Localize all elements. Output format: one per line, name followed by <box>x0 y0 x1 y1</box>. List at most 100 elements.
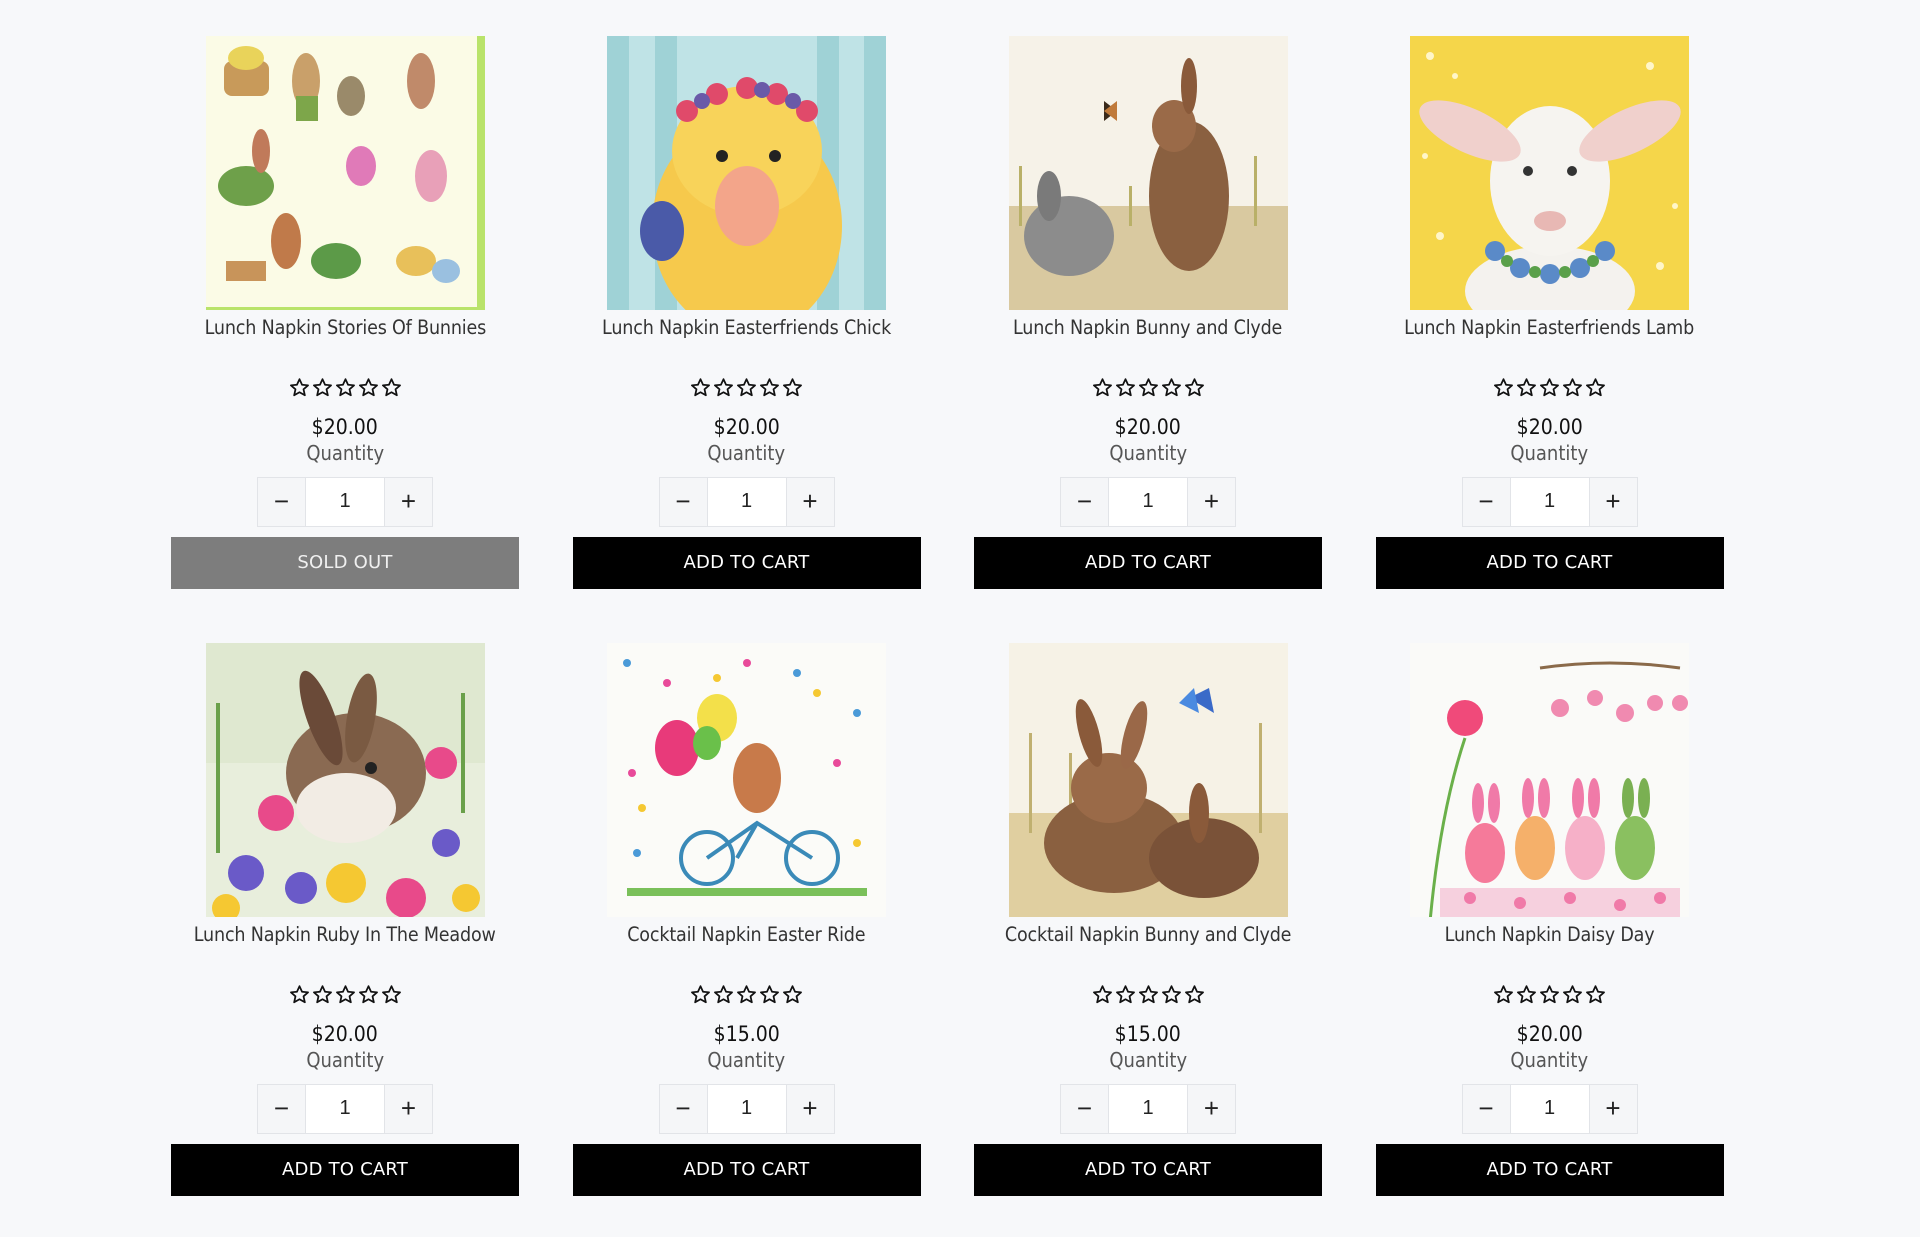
star-outline-icon <box>1115 377 1136 398</box>
star-outline-icon <box>759 984 780 1005</box>
plus-icon[interactable]: + <box>384 477 432 526</box>
star-outline-icon <box>381 984 402 1005</box>
star-outline-icon <box>1562 377 1583 398</box>
product-card: Lunch Napkin Ruby In The Meadow $20.00 Q… <box>171 643 519 1196</box>
quantity-label: Quantity <box>1109 440 1187 465</box>
sold-out-button[interactable]: SOLD OUT <box>171 536 519 589</box>
star-outline-icon <box>1585 377 1606 398</box>
product-card: Lunch Napkin Easterfriends Lamb $20.00 Q… <box>1375 36 1724 589</box>
plus-icon[interactable]: + <box>785 1084 834 1133</box>
minus-icon[interactable]: − <box>258 477 306 526</box>
add-to-cart-button[interactable]: ADD TO CART <box>572 536 921 589</box>
minus-icon[interactable]: − <box>1061 1084 1109 1133</box>
product-price: $20.00 <box>1114 414 1182 439</box>
product-image[interactable] <box>1410 36 1689 311</box>
product-price: $15.00 <box>1114 1021 1182 1046</box>
rating-stars <box>289 982 402 1008</box>
star-outline-icon <box>1161 984 1182 1005</box>
rating-stars <box>1493 982 1606 1008</box>
quantity-input[interactable] <box>1510 477 1589 526</box>
product-image[interactable] <box>607 643 886 918</box>
quantity-input[interactable] <box>707 477 786 526</box>
add-to-cart-button[interactable]: ADD TO CART <box>974 536 1322 589</box>
product-card: Lunch Napkin Bunny and Clyde $20.00 Quan… <box>974 36 1322 589</box>
minus-icon[interactable]: − <box>1462 1084 1511 1133</box>
quantity-stepper: − + <box>257 476 433 527</box>
rating-stars <box>1493 375 1606 401</box>
add-to-cart-button[interactable]: ADD TO CART <box>1375 536 1724 589</box>
quantity-input[interactable] <box>1109 477 1187 526</box>
product-image[interactable] <box>205 36 485 311</box>
product-price: $20.00 <box>1516 414 1583 439</box>
product-title[interactable]: Lunch Napkin Stories Of Bunnies <box>204 316 486 375</box>
add-to-cart-button[interactable]: ADD TO CART <box>171 1143 519 1196</box>
plus-icon[interactable]: + <box>1187 477 1235 526</box>
star-outline-icon <box>1161 377 1182 398</box>
product-title[interactable]: Lunch Napkin Ruby In The Meadow <box>194 923 496 982</box>
quantity-input[interactable] <box>306 1084 384 1133</box>
star-outline-icon <box>713 984 734 1005</box>
add-to-cart-button[interactable]: ADD TO CART <box>572 1143 921 1196</box>
star-outline-icon <box>289 984 310 1005</box>
product-price: $20.00 <box>1516 1021 1583 1046</box>
plus-icon[interactable]: + <box>1588 477 1637 526</box>
minus-icon[interactable]: − <box>659 1084 708 1133</box>
star-outline-icon <box>1138 984 1159 1005</box>
quantity-stepper: − + <box>1461 476 1638 527</box>
minus-icon[interactable]: − <box>258 1084 306 1133</box>
quantity-input[interactable] <box>1510 1084 1589 1133</box>
quantity-label: Quantity <box>306 440 384 465</box>
star-outline-icon <box>1516 984 1537 1005</box>
minus-icon[interactable]: − <box>1061 477 1109 526</box>
rating-stars <box>690 982 803 1008</box>
star-outline-icon <box>358 377 379 398</box>
star-outline-icon <box>1585 984 1606 1005</box>
star-outline-icon <box>736 377 757 398</box>
rating-stars <box>1092 982 1205 1008</box>
star-outline-icon <box>335 984 356 1005</box>
product-card: Lunch Napkin Daisy Day $20.00 Quantity −… <box>1375 643 1724 1196</box>
rating-stars <box>1092 375 1205 401</box>
product-image[interactable] <box>1008 643 1288 918</box>
product-title[interactable]: Lunch Napkin Easterfriends Chick <box>602 316 891 375</box>
add-to-cart-button[interactable]: ADD TO CART <box>1375 1143 1724 1196</box>
add-to-cart-button[interactable]: ADD TO CART <box>974 1143 1322 1196</box>
product-image[interactable] <box>1008 36 1288 311</box>
star-outline-icon <box>381 377 402 398</box>
product-title[interactable]: Cocktail Napkin Bunny and Clyde <box>1005 923 1292 982</box>
star-outline-icon <box>1184 984 1205 1005</box>
plus-icon[interactable]: + <box>384 1084 432 1133</box>
star-outline-icon <box>1493 984 1514 1005</box>
product-image[interactable] <box>1410 643 1689 918</box>
star-outline-icon <box>690 984 711 1005</box>
minus-icon[interactable]: − <box>659 477 708 526</box>
quantity-stepper: − + <box>658 1083 835 1134</box>
quantity-input[interactable] <box>306 477 384 526</box>
product-title[interactable]: Lunch Napkin Daisy Day <box>1445 923 1655 982</box>
quantity-input[interactable] <box>1109 1084 1187 1133</box>
quantity-stepper: − + <box>1060 1083 1236 1134</box>
product-image[interactable] <box>607 36 886 311</box>
star-outline-icon <box>736 984 757 1005</box>
quantity-label: Quantity <box>707 440 786 465</box>
product-price: $20.00 <box>311 1021 379 1046</box>
product-image[interactable] <box>205 643 485 918</box>
star-outline-icon <box>1562 984 1583 1005</box>
product-title[interactable]: Cocktail Napkin Easter Ride <box>627 923 865 982</box>
plus-icon[interactable]: + <box>785 477 834 526</box>
product-price: $15.00 <box>713 1021 780 1046</box>
product-title[interactable]: Lunch Napkin Easterfriends Lamb <box>1405 316 1695 375</box>
quantity-stepper: − + <box>1461 1083 1638 1134</box>
star-outline-icon <box>1493 377 1514 398</box>
minus-icon[interactable]: − <box>1462 477 1511 526</box>
product-title[interactable]: Lunch Napkin Bunny and Clyde <box>1013 316 1282 375</box>
quantity-label: Quantity <box>707 1047 786 1072</box>
star-outline-icon <box>312 984 333 1005</box>
plus-icon[interactable]: + <box>1187 1084 1235 1133</box>
quantity-input[interactable] <box>707 1084 786 1133</box>
quantity-stepper: − + <box>1060 476 1236 527</box>
star-outline-icon <box>1115 984 1136 1005</box>
quantity-stepper: − + <box>257 1083 433 1134</box>
star-outline-icon <box>289 377 310 398</box>
plus-icon[interactable]: + <box>1588 1084 1637 1133</box>
